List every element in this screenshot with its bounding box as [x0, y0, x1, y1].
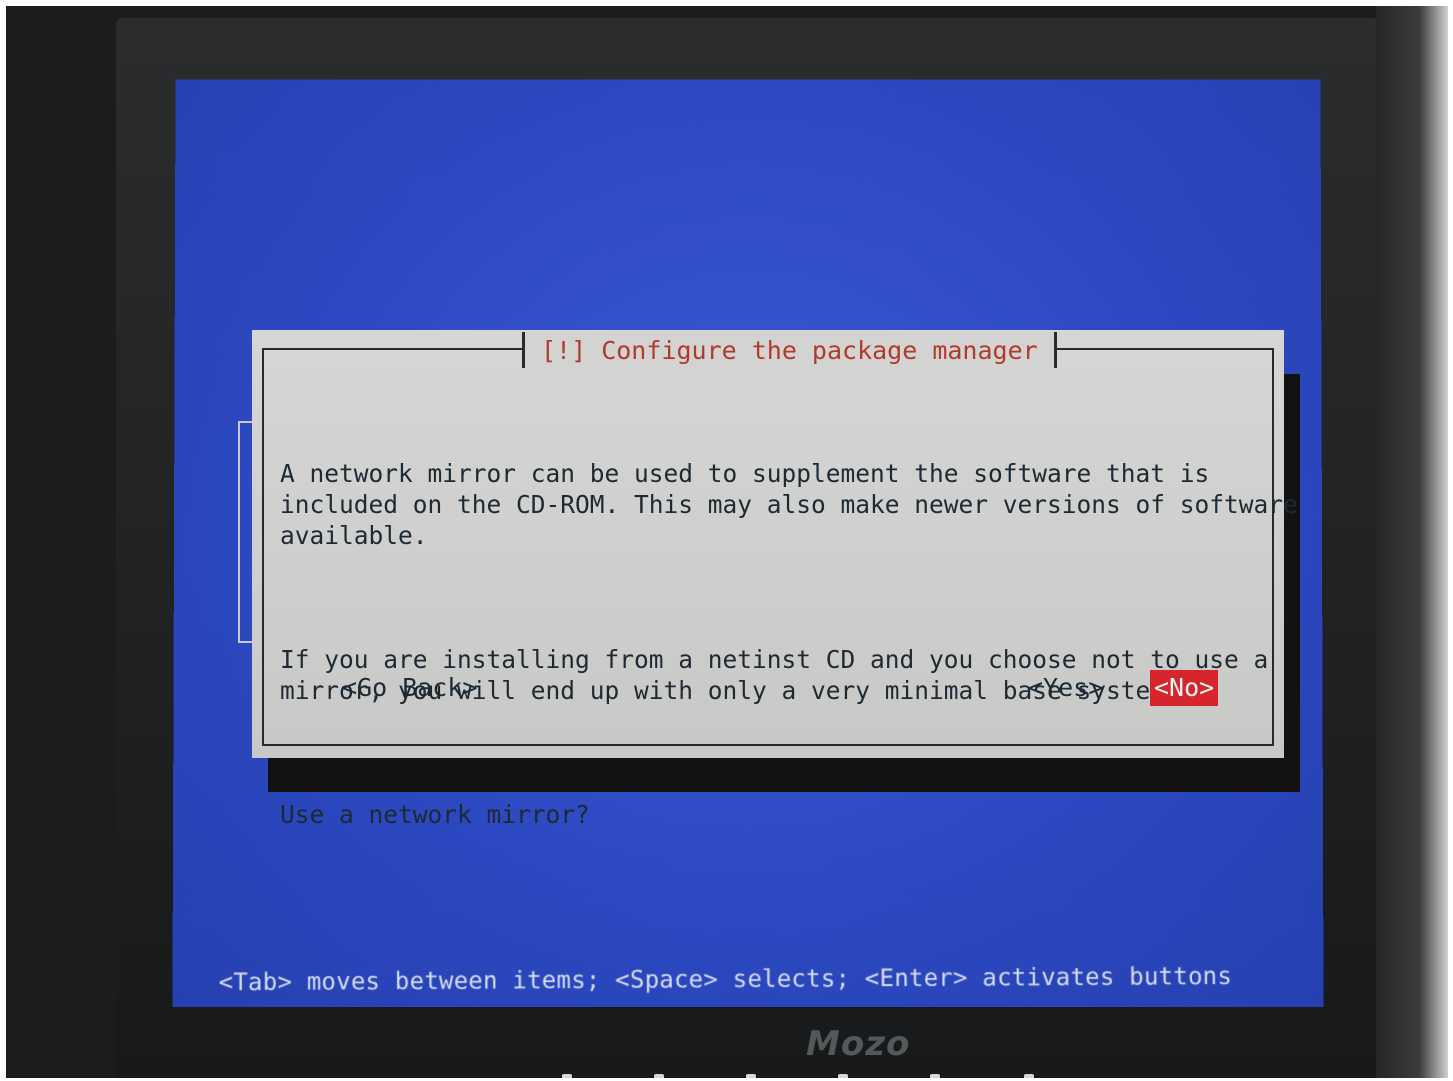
monitor-button: [746, 1074, 756, 1078]
monitor-button: [562, 1074, 572, 1078]
dialog-body: A network mirror can be used to suppleme…: [280, 396, 1298, 923]
monitor-power-button: [1024, 1074, 1034, 1078]
monitor-button: [838, 1074, 848, 1078]
configure-package-manager-dialog: [!] Configure the package manager A netw…: [252, 330, 1298, 829]
no-button[interactable]: <No>: [1150, 670, 1219, 706]
mirror-question-text: Use a network mirror?: [280, 800, 590, 829]
photo-frame: Mozo <Tab> moves between items; <Space> …: [6, 6, 1448, 1078]
monitor-button: [930, 1074, 940, 1078]
yes-button[interactable]: <Yes>: [1028, 670, 1103, 706]
monitor-button: [654, 1074, 664, 1078]
mirror-description-text: A network mirror can be used to suppleme…: [280, 459, 1298, 550]
monitor-brand-logo: Mozo: [806, 1024, 911, 1064]
background-edge: [1376, 6, 1448, 1078]
dialog-title: [!] Configure the package manager: [522, 332, 1057, 368]
go-back-button[interactable]: <Go Back>: [342, 670, 477, 706]
keyboard-help-status-bar: <Tab> moves between items; <Space> selec…: [218, 961, 1233, 997]
